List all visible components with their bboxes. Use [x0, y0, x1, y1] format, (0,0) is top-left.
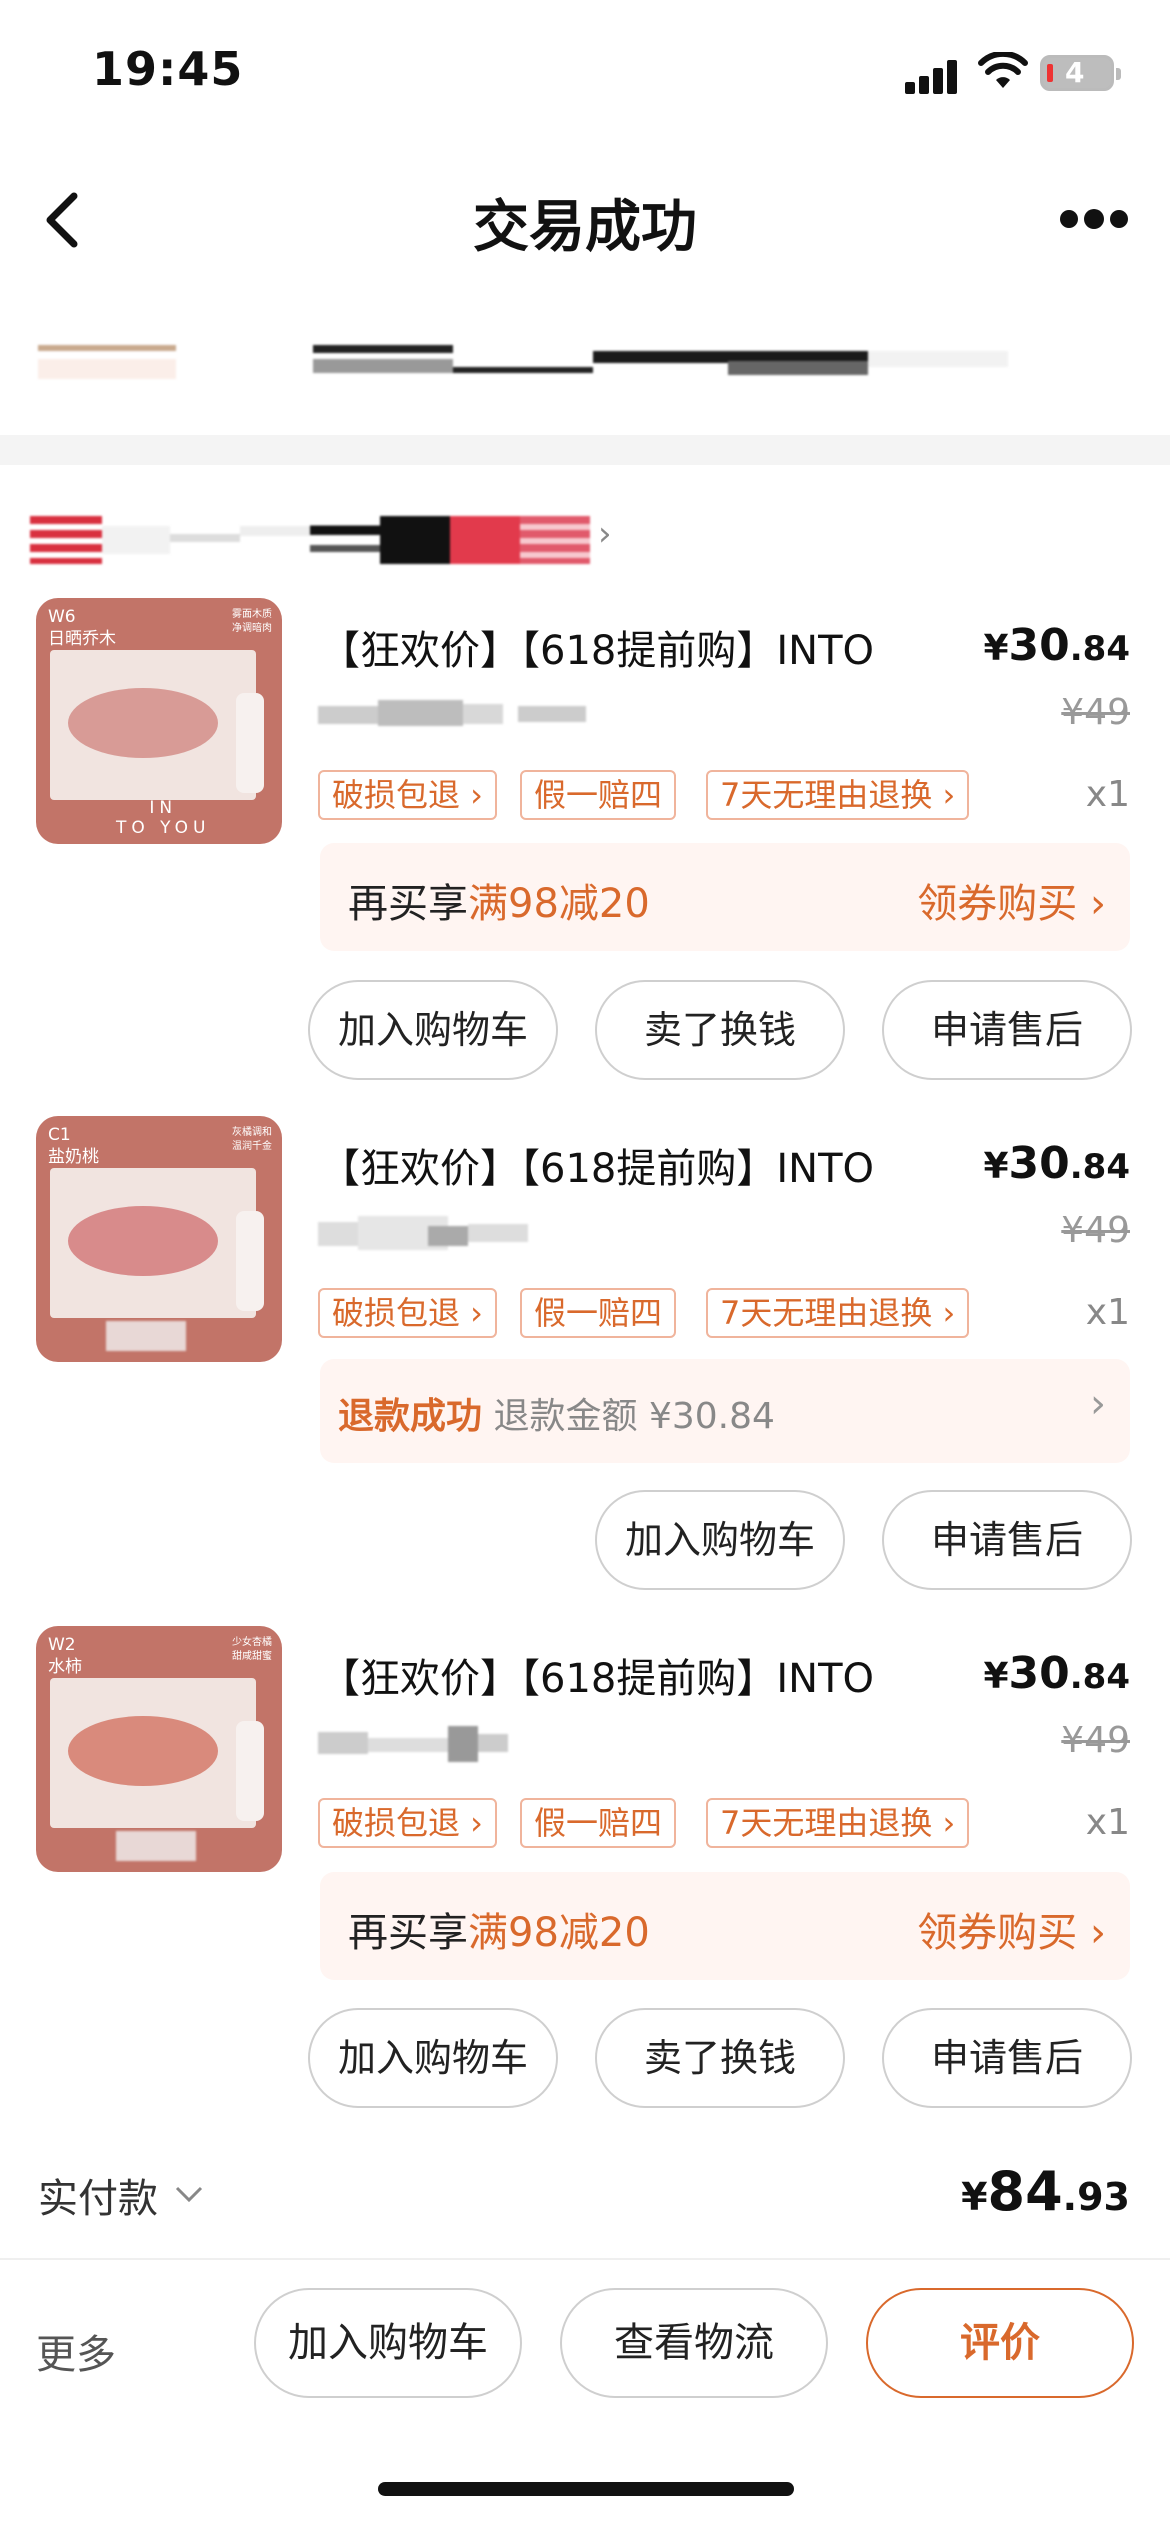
shade-code: W6 [48, 607, 76, 627]
status-time: 19:45 [92, 42, 244, 96]
tag-fake-compensation: 假一赔四 [520, 1798, 677, 1848]
product-title[interactable]: 【狂欢价】【618提前购】INTO [320, 1646, 874, 1704]
refund-amount-label: 退款金额 [493, 1396, 638, 1437]
tag-damage-return[interactable]: 破损包退 › [318, 1288, 497, 1338]
after-sales-button[interactable]: 申请售后 [882, 980, 1132, 1080]
product-title[interactable]: 【狂欢价】【618提前购】INTO [320, 1136, 874, 1194]
promo-highlight: 满98减20 [468, 1910, 650, 1956]
view-logistics-button[interactable]: 查看物流 [560, 2288, 828, 2398]
amount-paid-value: ¥84.93 [961, 2160, 1130, 2223]
add-to-cart-button[interactable]: 加入购物车 [595, 1490, 845, 1590]
redacted-thumb-text [106, 1321, 186, 1351]
tag-damage-return[interactable]: 破损包退 › [318, 1798, 497, 1848]
home-indicator [378, 2482, 794, 2496]
chevron-right-icon[interactable]: › [1090, 1381, 1106, 1427]
add-to-cart-button[interactable]: 加入购物车 [308, 2008, 558, 2108]
item-quantity: x1 [1085, 1292, 1130, 1333]
redacted-spec [318, 1216, 528, 1252]
shade-name: 水柿 [48, 1657, 82, 1677]
promo-prefix: 再买享 [348, 1910, 468, 1956]
status-bar: 19:45 4 [0, 0, 1170, 150]
battery-level: 4 [1065, 56, 1085, 89]
item-price: ¥30.84 [983, 1138, 1130, 1189]
review-button[interactable]: 评价 [866, 2288, 1134, 2398]
shade-name: 盐奶桃 [48, 1147, 99, 1167]
shade-name: 日晒乔木 [48, 629, 116, 649]
section-divider [0, 435, 1170, 465]
shop-chevron-icon[interactable]: › [598, 514, 612, 554]
product-title[interactable]: 【狂欢价】【618提前购】INTO [320, 618, 874, 676]
redacted-thumb-text [116, 1831, 196, 1861]
original-price: ¥49 [1061, 692, 1130, 733]
after-sales-button[interactable]: 申请售后 [882, 1490, 1132, 1590]
tag-fake-compensation: 假一赔四 [520, 770, 677, 820]
tag-fake-compensation: 假一赔四 [520, 1288, 677, 1338]
redacted-spec [318, 1726, 508, 1762]
refund-status: 退款成功 [338, 1396, 483, 1437]
more-options-icon[interactable] [1060, 209, 1130, 230]
product-thumbnail[interactable]: W2 水柿 少女杏橘 甜咸甜蜜 [36, 1626, 282, 1872]
shade-tagline: 少女杏橘 甜咸甜蜜 [232, 1637, 272, 1662]
claim-coupon-link[interactable]: 领券购买 › [917, 871, 1106, 929]
cellular-signal-icon [905, 58, 961, 94]
battery-icon: 4 [1040, 55, 1121, 91]
promo-prefix: 再买享 [348, 881, 468, 927]
repurchase-promo[interactable]: 再买享满98减20 领券购买 › [320, 843, 1130, 951]
after-sales-button[interactable]: 申请售后 [882, 2008, 1132, 2108]
redacted-address [38, 345, 1128, 390]
item-price: ¥30.84 [983, 1648, 1130, 1699]
shade-tagline: 灰橘调和 温润千金 [232, 1127, 272, 1152]
bottom-action-bar: 更多 加入购物车 查看物流 评价 [0, 2258, 1170, 2532]
resell-button[interactable]: 卖了换钱 [595, 2008, 845, 2108]
redacted-spec [318, 698, 586, 730]
add-to-cart-button[interactable]: 加入购物车 [308, 980, 558, 1080]
item-price: ¥30.84 [983, 620, 1130, 671]
chevron-down-icon[interactable] [174, 2184, 204, 2204]
page-title: 交易成功 [473, 195, 697, 260]
bottom-add-to-cart-button[interactable]: 加入购物车 [254, 2288, 522, 2398]
product-thumbnail[interactable]: W6 日晒乔木 雾面木质 净调暗肉 IN TO YOU [36, 598, 282, 844]
original-price: ¥49 [1061, 1720, 1130, 1761]
redacted-shop-name[interactable] [30, 516, 600, 564]
amount-paid-label[interactable]: 实付款 [38, 2166, 158, 2224]
product-thumbnail[interactable]: C1 盐奶桃 灰橘调和 温润千金 [36, 1116, 282, 1362]
shade-code: W2 [48, 1635, 76, 1655]
shade-tagline: 雾面木质 净调暗肉 [232, 609, 272, 634]
wifi-icon [978, 52, 1028, 88]
tag-7day-return[interactable]: 7天无理由退换 › [706, 1798, 970, 1848]
original-price: ¥49 [1061, 1210, 1130, 1251]
item-quantity: x1 [1085, 1802, 1130, 1843]
tag-damage-return[interactable]: 破损包退 › [318, 770, 497, 820]
repurchase-promo[interactable]: 再买享满98减20 领券购买 › [320, 1872, 1130, 1980]
brand-mark: IN TO YOU [116, 798, 211, 838]
promo-highlight: 满98减20 [468, 881, 650, 927]
item-quantity: x1 [1085, 774, 1130, 815]
more-actions-link[interactable]: 更多 [36, 2322, 116, 2380]
tag-7day-return[interactable]: 7天无理由退换 › [706, 1288, 970, 1338]
shade-code: C1 [48, 1125, 71, 1145]
resell-button[interactable]: 卖了换钱 [595, 980, 845, 1080]
refund-status-bar[interactable]: 退款成功 退款金额 ¥30.84 › [320, 1359, 1130, 1463]
refund-amount: ¥30.84 [648, 1396, 775, 1437]
tag-7day-return[interactable]: 7天无理由退换 › [706, 770, 970, 820]
claim-coupon-link[interactable]: 领券购买 › [917, 1900, 1106, 1958]
